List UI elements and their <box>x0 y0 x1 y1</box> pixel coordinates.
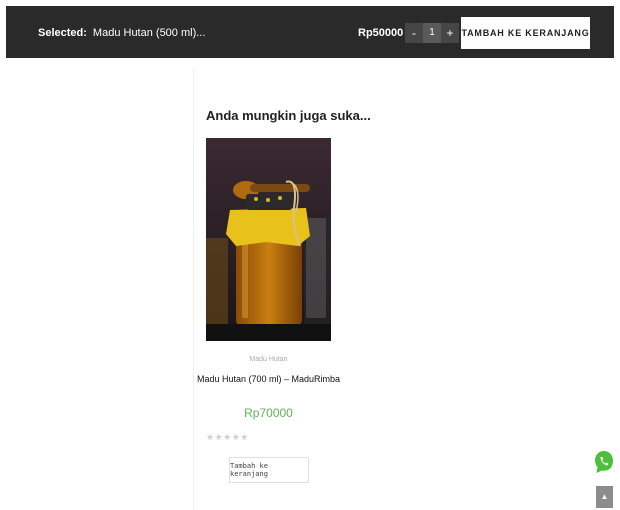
product-price: Rp70000 <box>244 406 293 420</box>
selected-label: Selected: <box>38 27 87 39</box>
quantity-stepper: - 1 + <box>405 23 459 43</box>
chevron-up-icon: ▲ <box>600 492 609 501</box>
column-divider <box>193 68 194 510</box>
selected-value: Madu Hutan (500 ml)... <box>92 27 206 39</box>
rating-stars: ★★★★★ <box>206 432 249 442</box>
qty-increase-button[interactable]: + <box>441 23 459 43</box>
qty-decrease-button[interactable]: - <box>405 23 423 43</box>
whatsapp-icon[interactable] <box>593 449 615 475</box>
sticky-add-to-cart-bar: Selected: Madu Hutan (500 ml)... Rp50000 … <box>6 6 614 58</box>
add-to-cart-button[interactable]: TAMBAH KE KERANJANG <box>461 17 590 49</box>
selected-variant: Selected: Madu Hutan (500 ml)... <box>38 27 205 39</box>
product-image[interactable] <box>206 138 331 341</box>
product-name[interactable]: Madu Hutan (700 ml) – MaduRimba <box>196 374 341 384</box>
qty-input[interactable]: 1 <box>423 23 441 43</box>
related-products-heading: Anda mungkin juga suka... <box>206 108 371 123</box>
product-category[interactable]: Madu Hutan <box>206 356 331 363</box>
selected-price: Rp50000 <box>358 27 404 39</box>
add-to-cart-product-button[interactable]: Tambah ke keranjang <box>229 457 309 483</box>
scroll-to-top-button[interactable]: ▲ <box>596 486 613 508</box>
